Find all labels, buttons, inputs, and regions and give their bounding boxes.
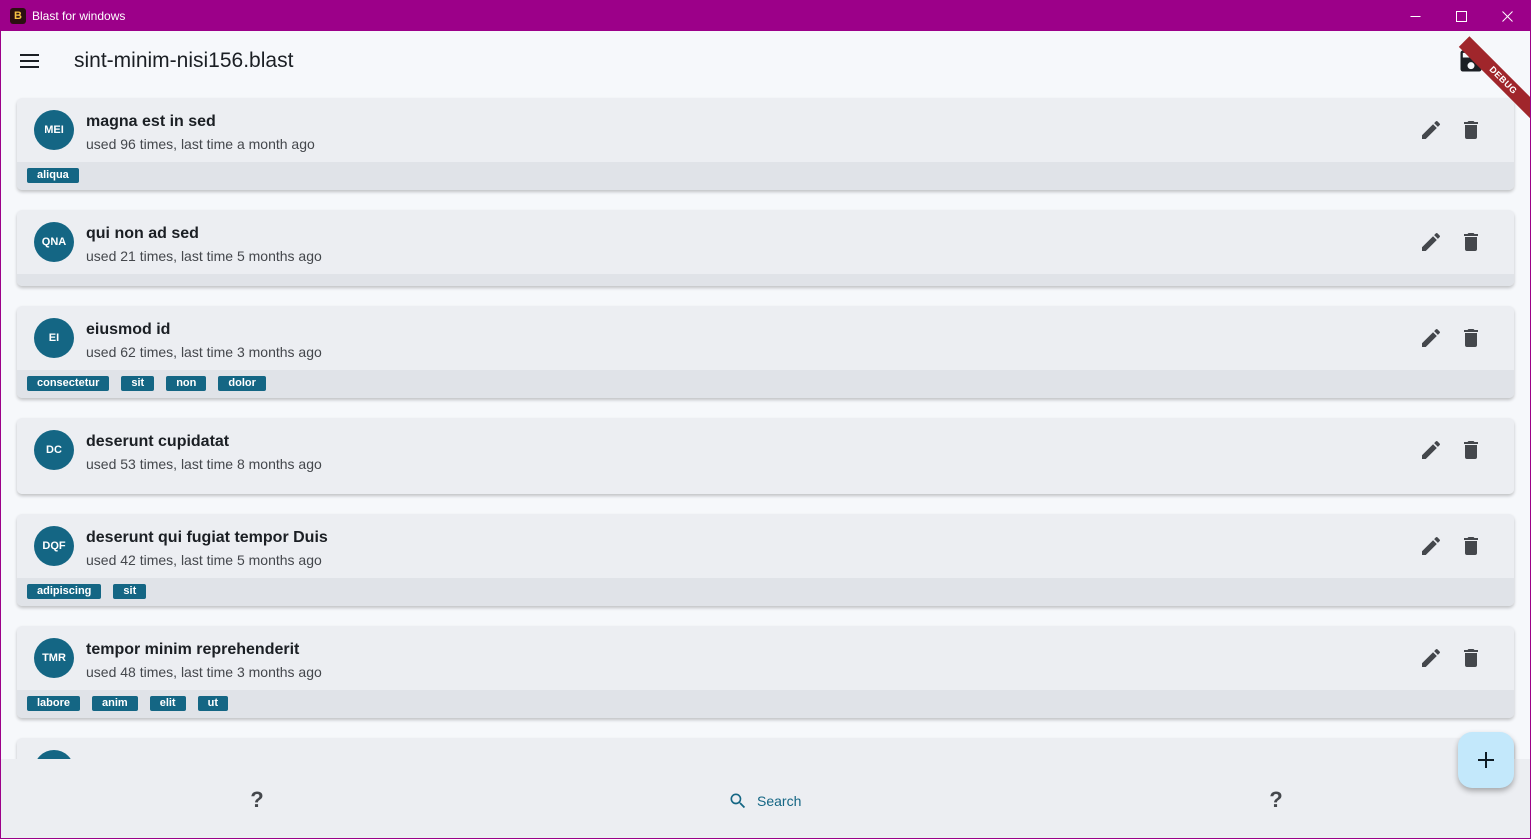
edit-button[interactable] bbox=[1419, 646, 1443, 670]
delete-button[interactable] bbox=[1459, 534, 1483, 558]
delete-button[interactable] bbox=[1459, 646, 1483, 670]
avatar: MEI bbox=[34, 110, 74, 150]
tag-list: adipiscing sit bbox=[17, 578, 1514, 606]
app-logo-icon: B bbox=[10, 8, 26, 24]
list-item[interactable]: QNA qui non ad sed used 21 times, last t… bbox=[17, 210, 1514, 286]
tag[interactable]: consectetur bbox=[27, 376, 110, 391]
edit-button[interactable] bbox=[1419, 230, 1443, 254]
item-usage-info: used 48 times, last time 3 months ago bbox=[86, 664, 322, 680]
app-bar: sint-minim-nisi156.blast DEBUG bbox=[1, 31, 1530, 125]
add-item-fab[interactable] bbox=[1458, 732, 1514, 788]
item-usage-info: used 21 times, last time 5 months ago bbox=[86, 248, 322, 264]
tag[interactable]: non bbox=[166, 376, 207, 391]
item-title: deserunt qui fugiat tempor Duis bbox=[86, 529, 328, 546]
list-item[interactable]: EI eiusmod id used 62 times, last time 3… bbox=[17, 306, 1514, 398]
search-button[interactable]: Search bbox=[728, 789, 801, 813]
help-button-left[interactable]: ? bbox=[245, 787, 269, 812]
avatar: TMR bbox=[34, 638, 74, 678]
help-button-right[interactable]: ? bbox=[1264, 787, 1288, 812]
tag-list: consectetur sit non dolor bbox=[17, 370, 1514, 398]
list-item[interactable] bbox=[17, 738, 1514, 759]
title-bar[interactable]: B Blast for windows bbox=[1, 1, 1530, 31]
item-title: eiusmod id bbox=[86, 321, 171, 338]
window-title: Blast for windows bbox=[32, 9, 126, 23]
avatar: DQF bbox=[34, 526, 74, 566]
pencil-edit-icon bbox=[1422, 232, 1441, 251]
tag[interactable]: dolor bbox=[218, 376, 266, 391]
search-label: Search bbox=[757, 793, 802, 809]
delete-button[interactable] bbox=[1459, 326, 1483, 350]
avatar: DC bbox=[34, 430, 74, 470]
trash-icon bbox=[1464, 233, 1478, 251]
search-icon bbox=[730, 793, 746, 809]
item-usage-info: used 62 times, last time 3 months ago bbox=[86, 344, 322, 360]
edit-button[interactable] bbox=[1419, 118, 1443, 142]
edit-button[interactable] bbox=[1419, 438, 1443, 462]
avatar: QNA bbox=[34, 222, 74, 262]
close-button[interactable] bbox=[1484, 1, 1530, 31]
edit-button[interactable] bbox=[1419, 326, 1443, 350]
document-title: sint-minim-nisi156.blast bbox=[74, 49, 294, 72]
tag[interactable]: sit bbox=[121, 376, 155, 391]
tag[interactable]: ut bbox=[197, 696, 228, 711]
delete-button[interactable] bbox=[1459, 118, 1483, 142]
hamburger-menu-icon bbox=[20, 54, 39, 68]
minimize-button[interactable] bbox=[1392, 1, 1438, 31]
avatar: EI bbox=[34, 318, 74, 358]
delete-button[interactable] bbox=[1459, 230, 1483, 254]
tag[interactable]: labore bbox=[27, 696, 81, 711]
plus-icon bbox=[1478, 752, 1494, 768]
tag[interactable]: adipiscing bbox=[27, 584, 102, 599]
item-title: deserunt cupidatat bbox=[86, 433, 230, 450]
close-icon bbox=[1501, 10, 1513, 22]
list-item[interactable]: DC deserunt cupidatat used 53 times, las… bbox=[17, 418, 1514, 494]
edit-button[interactable] bbox=[1419, 534, 1443, 558]
pencil-edit-icon bbox=[1422, 120, 1441, 139]
maximize-icon bbox=[1455, 10, 1467, 22]
trash-icon bbox=[1464, 537, 1478, 555]
trash-icon bbox=[1464, 329, 1478, 347]
bottom-bar: ? Search ? bbox=[1, 759, 1530, 838]
tag-list: labore anim elit ut bbox=[17, 690, 1514, 718]
menu-button[interactable] bbox=[15, 47, 45, 75]
tag-list: aliqua bbox=[17, 162, 1514, 190]
app-window: B Blast for windows sint-minim-nisi156.b… bbox=[0, 0, 1531, 839]
trash-icon bbox=[1464, 441, 1478, 459]
item-usage-info: used 96 times, last time a month ago bbox=[86, 136, 315, 152]
tag-list bbox=[17, 274, 1514, 286]
tag[interactable]: aliqua bbox=[27, 168, 79, 183]
pencil-edit-icon bbox=[1422, 536, 1441, 555]
avatar bbox=[34, 750, 74, 759]
tag[interactable]: anim bbox=[92, 696, 138, 711]
trash-icon bbox=[1464, 649, 1478, 667]
pencil-edit-icon bbox=[1422, 648, 1441, 667]
tag[interactable]: sit bbox=[113, 584, 147, 599]
pencil-edit-icon bbox=[1422, 328, 1441, 347]
item-list[interactable]: MEI magna est in sed used 96 times, last… bbox=[1, 91, 1530, 759]
item-usage-info: used 53 times, last time 8 months ago bbox=[86, 456, 322, 472]
maximize-button[interactable] bbox=[1438, 1, 1484, 31]
tag[interactable]: elit bbox=[149, 696, 186, 711]
minimize-icon bbox=[1410, 15, 1420, 17]
card-footer bbox=[17, 482, 1514, 494]
list-item[interactable]: MEI magna est in sed used 96 times, last… bbox=[17, 98, 1514, 190]
list-item[interactable]: TMR tempor minim reprehenderit used 48 t… bbox=[17, 626, 1514, 718]
list-item[interactable]: DQF deserunt qui fugiat tempor Duis used… bbox=[17, 514, 1514, 606]
item-title: tempor minim reprehenderit bbox=[86, 641, 300, 658]
delete-button[interactable] bbox=[1459, 438, 1483, 462]
item-title: magna est in sed bbox=[86, 113, 216, 130]
item-title: qui non ad sed bbox=[86, 225, 199, 242]
trash-icon bbox=[1464, 121, 1478, 139]
item-usage-info: used 42 times, last time 5 months ago bbox=[86, 552, 322, 568]
pencil-edit-icon bbox=[1422, 440, 1441, 459]
